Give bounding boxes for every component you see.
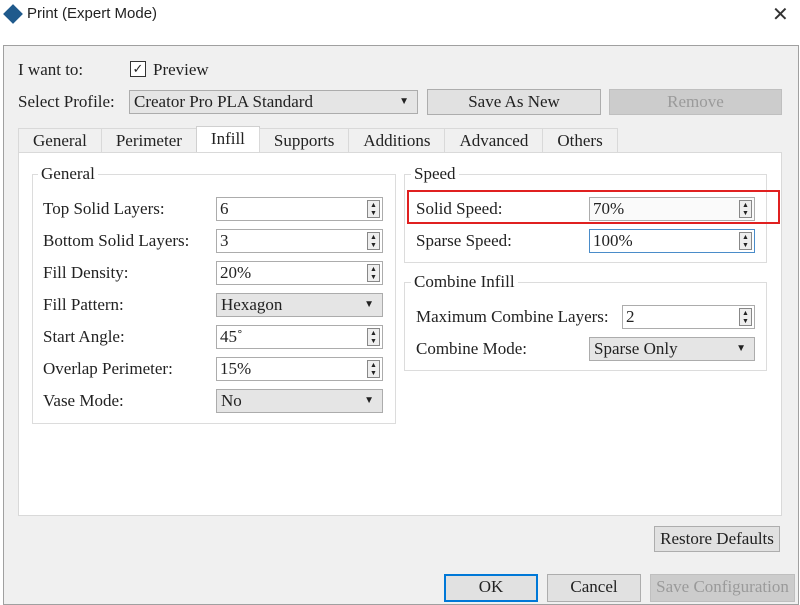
top-solid-layers-label: Top Solid Layers: bbox=[43, 199, 165, 219]
fill-density-spinner[interactable]: 20% ▲▼ bbox=[216, 261, 383, 285]
max-combine-layers-value: 2 bbox=[626, 307, 635, 326]
chevron-down-icon: ▼ bbox=[364, 294, 374, 316]
overlap-perimeter-spinner[interactable]: 15% ▲▼ bbox=[216, 357, 383, 381]
fill-pattern-value: Hexagon bbox=[221, 295, 282, 314]
profile-select[interactable]: Creator Pro PLA Standard ▼ bbox=[129, 90, 418, 114]
profile-value: Creator Pro PLA Standard bbox=[134, 92, 313, 111]
tab-supports[interactable]: Supports bbox=[259, 128, 349, 153]
spin-arrows-icon[interactable]: ▲▼ bbox=[367, 360, 380, 378]
chevron-down-icon: ▼ bbox=[736, 338, 746, 360]
fill-pattern-label: Fill Pattern: bbox=[43, 295, 124, 315]
fill-density-value: 20% bbox=[220, 263, 251, 282]
overlap-perimeter-label: Overlap Perimeter: bbox=[43, 359, 173, 379]
speed-group-title: Speed bbox=[411, 165, 459, 183]
sparse-speed-value: 100% bbox=[593, 231, 633, 250]
chevron-down-icon: ▼ bbox=[364, 390, 374, 412]
top-solid-layers-spinner[interactable]: 6 ▲▼ bbox=[216, 197, 383, 221]
close-button[interactable]: ✕ bbox=[772, 2, 789, 27]
general-group-title: General bbox=[38, 165, 98, 183]
chevron-down-icon: ▼ bbox=[399, 91, 409, 113]
cancel-button[interactable]: Cancel bbox=[547, 574, 641, 602]
solid-speed-spinner[interactable]: 70% ▲▼ bbox=[589, 197, 755, 221]
sparse-speed-spinner[interactable]: 100% ▲▼ bbox=[589, 229, 755, 253]
overlap-perimeter-value: 15% bbox=[220, 359, 251, 378]
i-want-to-label: I want to: bbox=[18, 60, 83, 80]
tab-advanced[interactable]: Advanced bbox=[444, 128, 543, 153]
tab-additions[interactable]: Additions bbox=[348, 128, 445, 153]
spin-arrows-icon[interactable]: ▲▼ bbox=[739, 200, 752, 218]
tab-infill[interactable]: Infill bbox=[196, 126, 260, 153]
spin-arrows-icon[interactable]: ▲▼ bbox=[367, 264, 380, 282]
select-profile-label: Select Profile: bbox=[18, 92, 115, 112]
save-configuration-button[interactable]: Save Configuration bbox=[650, 574, 795, 602]
combine-mode-value: Sparse Only bbox=[594, 339, 678, 358]
spin-arrows-icon[interactable]: ▲▼ bbox=[367, 232, 380, 250]
bottom-solid-layers-spinner[interactable]: 3 ▲▼ bbox=[216, 229, 383, 253]
combine-infill-group-title: Combine Infill bbox=[411, 273, 518, 291]
bottom-solid-layers-label: Bottom Solid Layers: bbox=[43, 231, 189, 251]
tab-others[interactable]: Others bbox=[542, 128, 617, 153]
tab-bar: General Perimeter Infill Supports Additi… bbox=[18, 128, 617, 153]
combine-mode-select[interactable]: Sparse Only ▼ bbox=[589, 337, 755, 361]
start-angle-spinner[interactable]: 45˚ ▲▼ bbox=[216, 325, 383, 349]
restore-defaults-button[interactable]: Restore Defaults bbox=[654, 526, 780, 552]
remove-button[interactable]: Remove bbox=[609, 89, 782, 115]
sparse-speed-label: Sparse Speed: bbox=[416, 231, 512, 251]
solid-speed-value: 70% bbox=[593, 199, 624, 218]
top-solid-layers-value: 6 bbox=[220, 199, 229, 218]
spin-arrows-icon[interactable]: ▲▼ bbox=[367, 328, 380, 346]
vase-mode-value: No bbox=[221, 391, 242, 410]
vase-mode-select[interactable]: No ▼ bbox=[216, 389, 383, 413]
spin-arrows-icon[interactable]: ▲▼ bbox=[739, 308, 752, 326]
combine-mode-label: Combine Mode: bbox=[416, 339, 527, 359]
fill-density-label: Fill Density: bbox=[43, 263, 128, 283]
start-angle-value: 45˚ bbox=[220, 327, 243, 346]
preview-checkbox[interactable]: ✓ bbox=[130, 61, 146, 77]
fill-pattern-select[interactable]: Hexagon ▼ bbox=[216, 293, 383, 317]
max-combine-layers-spinner[interactable]: 2 ▲▼ bbox=[622, 305, 755, 329]
tab-general[interactable]: General bbox=[18, 128, 102, 153]
tab-perimeter[interactable]: Perimeter bbox=[101, 128, 197, 153]
vase-mode-label: Vase Mode: bbox=[43, 391, 124, 411]
spin-arrows-icon[interactable]: ▲▼ bbox=[367, 200, 380, 218]
window-title: Print (Expert Mode) bbox=[27, 5, 157, 22]
spin-arrows-icon[interactable]: ▲▼ bbox=[739, 232, 752, 250]
start-angle-label: Start Angle: bbox=[43, 327, 125, 347]
solid-speed-label: Solid Speed: bbox=[416, 199, 502, 219]
bottom-solid-layers-value: 3 bbox=[220, 231, 229, 250]
ok-button[interactable]: OK bbox=[444, 574, 538, 602]
preview-label[interactable]: Preview bbox=[153, 60, 209, 80]
save-as-new-button[interactable]: Save As New bbox=[427, 89, 601, 115]
max-combine-layers-label: Maximum Combine Layers: bbox=[416, 307, 609, 327]
